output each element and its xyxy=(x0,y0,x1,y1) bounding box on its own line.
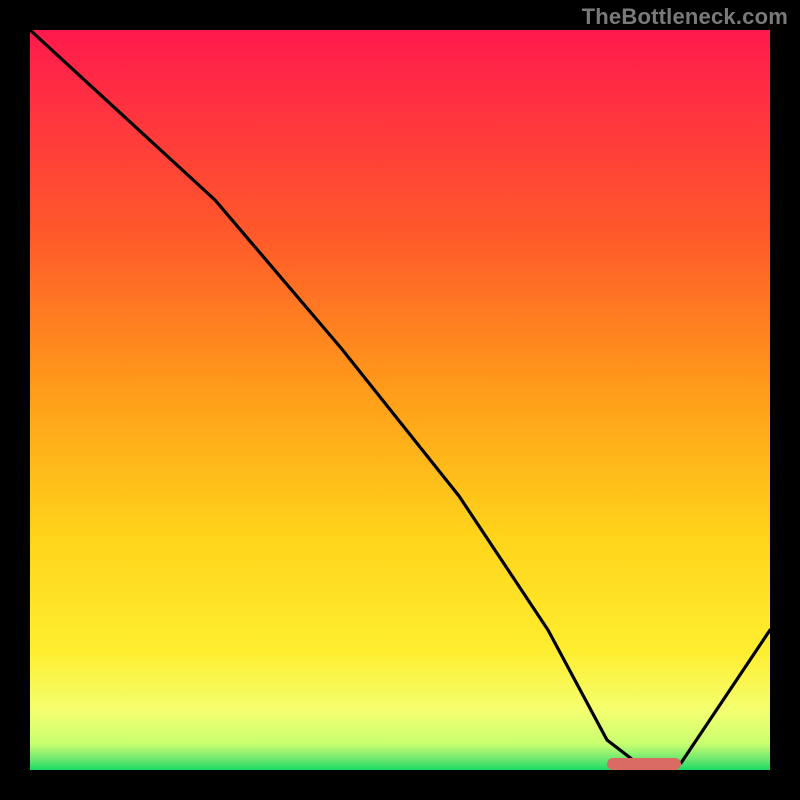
gradient-background xyxy=(30,30,770,770)
optimal-zone-marker xyxy=(607,758,681,770)
watermark-text: TheBottleneck.com xyxy=(582,4,788,30)
chart-frame: TheBottleneck.com xyxy=(0,0,800,800)
chart-svg xyxy=(30,30,770,770)
plot-area xyxy=(30,30,770,770)
